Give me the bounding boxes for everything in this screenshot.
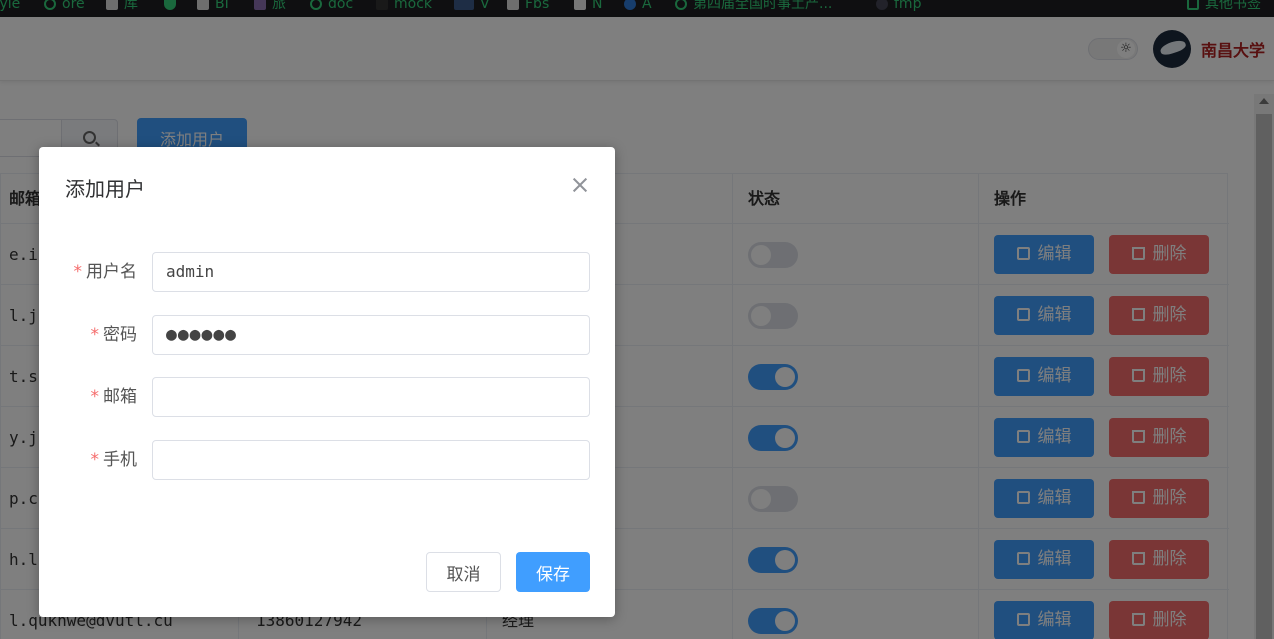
required-mark: * — [90, 325, 100, 345]
mobile-label: * 手机 — [90, 450, 138, 470]
username-field[interactable]: admin — [152, 252, 590, 292]
form-row-password: * 密码 ●●●●●● — [39, 315, 615, 355]
password-field[interactable]: ●●●●●● — [152, 315, 590, 355]
email-field[interactable] — [152, 377, 590, 417]
email-label: * 邮箱 — [90, 387, 138, 407]
cancel-button[interactable]: 取消 — [426, 552, 501, 592]
close-icon[interactable] — [570, 175, 590, 195]
required-mark: * — [90, 387, 100, 407]
password-label: * 密码 — [90, 325, 138, 345]
form-row-username: * 用户名 admin — [39, 252, 615, 292]
form-row-email: * 邮箱 — [39, 377, 615, 417]
username-label: * 用户名 — [73, 262, 138, 282]
add-user-dialog: 添加用户 * 用户名 admin * 密码 ●●●●●● * 邮箱 * 手机 取消 保存 — [39, 147, 615, 617]
required-mark: * — [90, 450, 100, 470]
required-mark: * — [73, 262, 83, 282]
save-button[interactable]: 保存 — [516, 552, 590, 592]
form-row-mobile: * 手机 — [39, 440, 615, 480]
mobile-field[interactable] — [152, 440, 590, 480]
dialog-title: 添加用户 — [65, 177, 145, 201]
